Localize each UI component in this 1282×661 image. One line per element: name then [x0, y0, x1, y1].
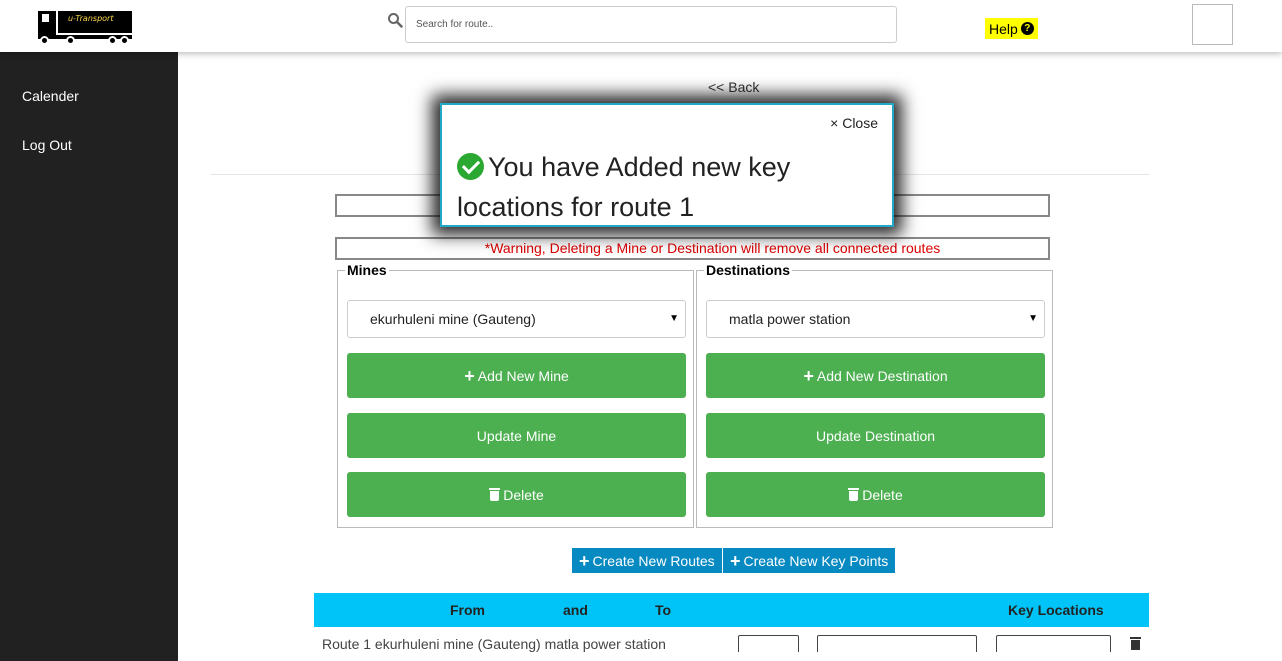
check-circle-icon — [457, 153, 484, 180]
avatar[interactable] — [1192, 4, 1233, 45]
destinations-panel: Destinations matla power station ▼ + Add… — [696, 262, 1053, 528]
wheel-icon — [66, 36, 75, 45]
mine-select-value: ekurhuleni mine (Gauteng) — [370, 311, 536, 327]
wheel-icon — [40, 36, 49, 45]
create-routes-button[interactable]: + Create New Routes — [572, 548, 722, 573]
plus-icon: + — [579, 550, 590, 571]
sidebar-item-calender[interactable]: Calender — [22, 88, 79, 104]
add-destination-button[interactable]: + Add New Destination — [706, 353, 1045, 398]
column-header-key-locations: Key Locations — [1008, 602, 1104, 618]
logo-text: u-Transport — [68, 14, 114, 23]
mine-select[interactable]: ekurhuleni mine (Gauteng) ▼ — [347, 300, 686, 338]
table-header: From and To Key Locations — [314, 593, 1149, 627]
update-mine-button[interactable]: Update Mine — [347, 413, 686, 458]
sidebar-item-logout[interactable]: Log Out — [22, 137, 72, 153]
success-modal: × Close You have Added new key locations… — [440, 103, 894, 227]
help-button[interactable]: Help ? — [985, 18, 1038, 39]
logo[interactable]: u-Transport — [38, 11, 133, 45]
back-link[interactable]: << Back — [708, 79, 759, 95]
warning-bar: *Warning, Deleting a Mine or Destination… — [335, 237, 1050, 260]
modal-message: You have Added new key locations for rou… — [457, 147, 877, 227]
warning-text: *Warning, Deleting a Mine or Destination… — [484, 240, 941, 256]
caret-down-icon: ▼ — [669, 313, 679, 324]
plus-icon: + — [464, 365, 475, 386]
caret-down-icon: ▼ — [1028, 313, 1038, 324]
plus-icon: + — [803, 365, 814, 386]
column-header-to: To — [655, 602, 672, 618]
delete-mine-button[interactable]: Delete — [347, 472, 686, 517]
update-destination-button[interactable]: Update Destination — [706, 413, 1045, 458]
wheel-icon — [120, 36, 129, 45]
help-label: Help — [989, 20, 1018, 37]
column-header-from: From — [450, 602, 485, 618]
search-input[interactable] — [405, 6, 897, 43]
key-locations-button[interactable] — [996, 635, 1111, 652]
route-cell: Route 1 ekurhuleni mine (Gauteng) matla … — [322, 636, 666, 652]
table-row: Route 1 ekurhuleni mine (Gauteng) matla … — [314, 632, 1149, 652]
question-circle-icon: ? — [1020, 22, 1034, 35]
add-mine-button[interactable]: + Add New Mine — [347, 353, 686, 398]
modal-message-text: You have Added new key locations for rou… — [457, 152, 791, 222]
mines-legend: Mines — [347, 262, 387, 278]
trash-icon — [848, 488, 860, 501]
delete-destination-button[interactable]: Delete — [706, 472, 1045, 517]
close-button[interactable]: × Close — [830, 115, 878, 131]
destination-select-value: matla power station — [729, 311, 851, 327]
wheel-icon — [108, 36, 117, 45]
create-key-points-button[interactable]: + Create New Key Points — [723, 548, 896, 573]
sidebar: Calender Log Out — [0, 52, 178, 661]
mines-panel: Mines ekurhuleni mine (Gauteng) ▼ + Add … — [337, 262, 694, 528]
plus-icon: + — [730, 550, 741, 571]
top-bar: u-Transport Help ? — [0, 0, 1282, 52]
destinations-legend: Destinations — [706, 262, 791, 278]
truck-cab-icon — [38, 11, 56, 37]
column-header-and: and — [563, 602, 588, 618]
destination-select[interactable]: matla power station ▼ — [706, 300, 1045, 338]
trash-icon — [489, 488, 501, 501]
view-button[interactable] — [738, 635, 799, 652]
search-icon[interactable] — [387, 12, 403, 28]
key-location-select[interactable] — [817, 635, 977, 652]
trash-icon[interactable] — [1130, 637, 1141, 650]
